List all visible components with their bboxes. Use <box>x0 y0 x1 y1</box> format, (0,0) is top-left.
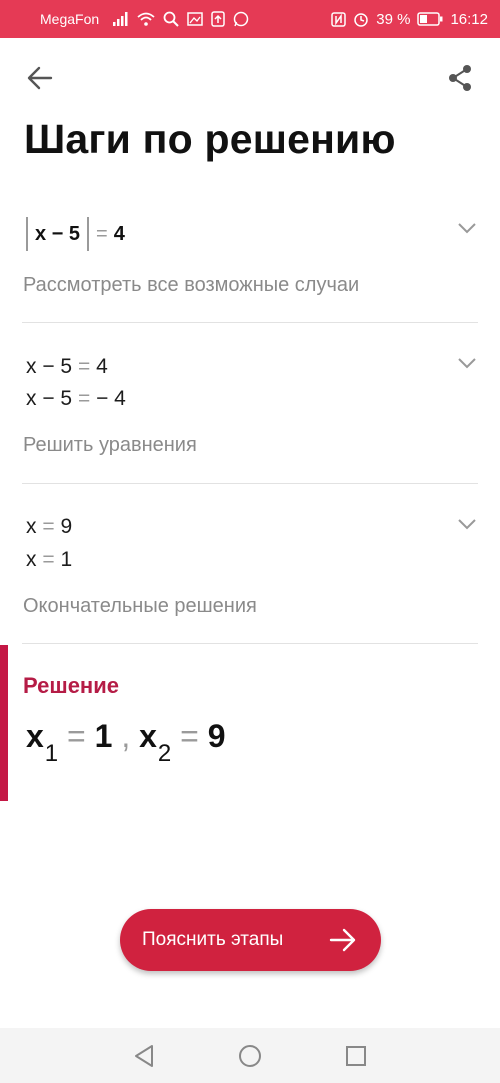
step3-line2-rhs: 1 <box>60 548 73 571</box>
solution-x2-eq: = <box>180 718 199 754</box>
step2-line2-lhs: x − 5 <box>26 387 73 410</box>
solution-x2-val: 9 <box>207 718 226 754</box>
step1-rhs: 4 <box>113 222 125 245</box>
circle-home-icon <box>239 1045 261 1067</box>
step3-line1-eq: = <box>42 515 55 538</box>
step3-expand-toggle[interactable] <box>452 514 482 534</box>
back-button[interactable] <box>22 60 58 96</box>
signal-icon <box>113 12 129 26</box>
alarm-icon <box>353 11 369 27</box>
solution-separator: , <box>121 718 131 754</box>
whatsapp-icon <box>233 11 249 27</box>
solution-x1-val: 1 <box>94 718 113 754</box>
step3-line1-lhs: x <box>26 515 37 538</box>
step2-line2: x − 5 = − 4 <box>26 387 126 411</box>
battery-percent: 39 % <box>376 10 411 28</box>
explain-steps-label: Пояснить этапы <box>142 929 284 950</box>
step2-line2-eq: = <box>77 387 91 410</box>
wifi-icon <box>137 12 155 26</box>
step1-description: Рассмотреть все возможные случаи <box>23 274 360 296</box>
step2-line1: x − 5 = 4 <box>26 355 108 379</box>
page-title: Шаги по решению <box>24 116 396 162</box>
arrow-right-icon <box>329 928 356 952</box>
battery-icon <box>417 12 443 26</box>
abs-bar-left <box>26 217 28 251</box>
solution-title: Решение <box>23 673 119 698</box>
clock: 16:12 <box>450 10 488 28</box>
explain-steps-button[interactable]: Пояснить этапы <box>120 909 381 971</box>
abs-bar-right <box>87 217 90 251</box>
chevron-down-icon <box>458 519 476 530</box>
carrier-name: MegaFon <box>40 11 100 27</box>
step3-line1: x = 9 <box>26 515 72 539</box>
search-icon <box>163 11 179 27</box>
solution-expression: x1 = 1 , x2 = 9 <box>26 718 226 778</box>
square-recents-icon <box>346 1046 366 1066</box>
step2-line1-eq: = <box>77 355 91 378</box>
step1-equals: = <box>96 222 108 245</box>
share-button[interactable] <box>442 60 478 96</box>
divider <box>22 643 478 644</box>
step3-line2: x = 1 <box>26 548 72 572</box>
arrow-left-icon <box>27 66 53 90</box>
step2-expand-toggle[interactable] <box>452 353 482 373</box>
step3-line1-rhs: 9 <box>60 515 73 538</box>
divider <box>22 322 478 323</box>
step2-line1-rhs: 4 <box>96 355 108 378</box>
triangle-back-icon <box>135 1045 153 1067</box>
step3-line2-lhs: x <box>26 548 37 571</box>
solution-accent-bar <box>0 645 8 801</box>
toolbar <box>0 50 500 106</box>
nfc-icon <box>331 11 346 27</box>
step1-expand-toggle[interactable] <box>452 218 482 238</box>
chevron-down-icon <box>458 223 476 234</box>
upload-icon <box>211 11 225 27</box>
share-icon <box>449 65 471 91</box>
step3-description: Окончательные решения <box>23 595 257 617</box>
step1-inside: x − 5 <box>35 222 81 245</box>
step2-line2-rhs: − 4 <box>96 387 126 410</box>
nav-recents-button[interactable] <box>343 1043 369 1069</box>
nav-home-button[interactable] <box>237 1043 263 1069</box>
solution-x1-eq: = <box>67 718 86 754</box>
system-nav-bar <box>0 1028 500 1083</box>
divider <box>22 483 478 484</box>
step3-line2-eq: = <box>42 548 55 571</box>
nav-back-button[interactable] <box>131 1043 157 1069</box>
step1-expression: x − 5 = 4 <box>26 216 125 252</box>
solution-x2-sub: 2 <box>157 740 172 767</box>
status-bar: MegaFon 39 % 16:12 <box>0 0 500 38</box>
step2-line1-lhs: x − 5 <box>26 355 73 378</box>
step2-description: Решить уравнения <box>23 434 197 456</box>
chevron-down-icon <box>458 358 476 369</box>
solution-x1-sub: 1 <box>44 740 59 767</box>
solution-x1-var: x <box>26 718 44 754</box>
gallery-icon <box>187 11 203 27</box>
solution-x2-var: x <box>139 718 157 754</box>
